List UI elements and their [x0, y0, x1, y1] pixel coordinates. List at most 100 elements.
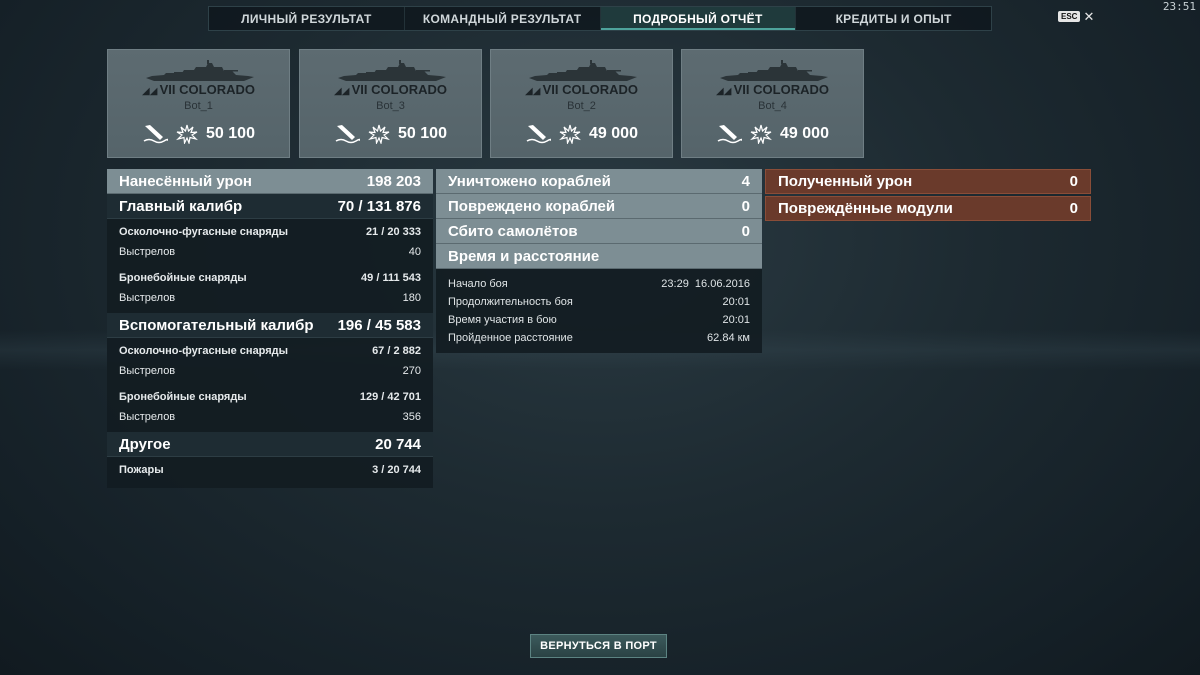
player-name: Bot_3: [376, 100, 405, 112]
secondary-ap-label: Бронебойные снаряды: [119, 391, 247, 403]
main-he-value: 21 / 20 333: [365, 226, 421, 238]
damage-burst-icon: [176, 124, 198, 144]
player-name: Bot_1: [184, 100, 213, 112]
ship-result: 50 100: [108, 124, 289, 144]
damage-dealt-label: Нанесённый урон: [119, 172, 252, 190]
damage-burst-icon: [750, 124, 772, 144]
secondary-ap-row: Бронебойные снаряды 129 / 42 701: [119, 387, 421, 407]
participation-time-label: Время участия в бою: [448, 314, 557, 326]
damage-dealt-to-ship: 50 100: [206, 125, 255, 142]
main-he-shots-value: 40: [408, 246, 421, 258]
combat-stats-panel: Уничтожено кораблей 4 Повреждено корабле…: [436, 169, 762, 353]
sunk-ship-icon: [334, 124, 361, 144]
ship-name-label: VII COLORADO: [351, 82, 447, 97]
main-ap-shots-value: 180: [402, 292, 421, 304]
damage-dealt-panel: Нанесённый урон 198 203 Главный калибр 7…: [107, 169, 433, 488]
ships-destroyed-value: 4: [741, 172, 750, 190]
system-clock: 23:51: [1162, 0, 1196, 13]
ship-card[interactable]: ◢◢ VII COLORADO Bot_3 50 100: [299, 49, 482, 158]
distance-label: Пройденное расстояние: [448, 332, 573, 344]
other-damage-label: Другое: [119, 435, 171, 453]
time-distance-details: Начало боя 23:29 16.06.2016 Продолжитель…: [436, 269, 762, 353]
damage-dealt-value: 198 203: [366, 172, 421, 190]
damage-received-row: Полученный урон 0: [765, 169, 1091, 194]
ship-name-label: VII COLORADO: [159, 82, 255, 97]
damaged-modules-value: 0: [1069, 200, 1078, 217]
damage-dealt-to-ship: 50 100: [398, 125, 447, 142]
main-battery-details: Осколочно-фугасные снаряды 21 / 20 333 В…: [107, 219, 433, 313]
damage-burst-icon: [368, 124, 390, 144]
nation-flag-icon: ◢◢: [716, 86, 732, 97]
return-to-port-button[interactable]: ВЕРНУТЬСЯ В ПОРТ: [530, 634, 667, 658]
battle-start-row: Начало боя 23:29 16.06.2016: [448, 275, 750, 293]
sunk-ship-icon: [716, 124, 743, 144]
esc-key-label: ESC: [1058, 11, 1081, 22]
other-damage-header: Другое 20 744: [107, 432, 433, 457]
secondary-ap-value: 129 / 42 701: [359, 391, 421, 403]
secondary-battery-header: Вспомогательный калибр 196 / 45 583: [107, 313, 433, 338]
damage-dealt-to-ship: 49 000: [780, 125, 829, 142]
ship-silhouette-icon: [336, 60, 448, 84]
ship-result: 49 000: [491, 124, 672, 144]
tab-credits-and-xp[interactable]: КРЕДИТЫ И ОПЫТ: [796, 7, 991, 30]
ship-result: 50 100: [300, 124, 481, 144]
ship-silhouette-icon: [144, 60, 256, 84]
battle-start-value: 23:29 16.06.2016: [661, 278, 750, 290]
damage-received-value: 0: [1069, 173, 1078, 190]
main-he-shots-row: Выстрелов 40: [119, 242, 421, 262]
damage-received-panel: Полученный урон 0 Повреждённые модули 0: [765, 169, 1091, 223]
player-name: Bot_4: [758, 100, 787, 112]
tab-detailed-report[interactable]: ПОДРОБНЫЙ ОТЧЁТ: [600, 7, 797, 30]
player-name: Bot_2: [567, 100, 596, 112]
main-ap-shots-row: Выстрелов 180: [119, 288, 421, 308]
result-tabs: ЛИЧНЫЙ РЕЗУЛЬТАТ КОМАНДНЫЙ РЕЗУЛЬТАТ ПОД…: [208, 6, 992, 31]
battle-duration-label: Продолжительность боя: [448, 296, 573, 308]
ship-name-label: VII COLORADO: [542, 82, 638, 97]
battle-start-label: Начало боя: [448, 278, 508, 290]
ship-name-label: VII COLORADO: [733, 82, 829, 97]
secondary-battery-value: 196 / 45 583: [337, 316, 421, 334]
ship-name: ◢◢ VII COLORADO: [108, 82, 289, 97]
ship-name: ◢◢ VII COLORADO: [682, 82, 863, 97]
damage-received-label: Полученный урон: [778, 173, 913, 190]
ship-card[interactable]: ◢◢ VII COLORADO Bot_2 49 000: [490, 49, 673, 158]
secondary-he-shots-row: Выстрелов 270: [119, 361, 421, 381]
battle-duration-value: 20:01: [722, 296, 750, 308]
time-distance-label: Время и расстояние: [448, 247, 600, 265]
participation-time-value: 20:01: [722, 314, 750, 326]
ships-damaged-row: Повреждено кораблей 0: [436, 194, 762, 219]
participation-time-row: Время участия в бою 20:01: [448, 311, 750, 329]
ship-card[interactable]: ◢◢ VII COLORADO Bot_1 50 100: [107, 49, 290, 158]
battle-duration-row: Продолжительность боя 20:01: [448, 293, 750, 311]
damage-dealt-header: Нанесённый урон 198 203: [107, 169, 433, 194]
ship-card[interactable]: ◢◢ VII COLORADO Bot_4 49 000: [681, 49, 864, 158]
close-icon: ✕: [1083, 8, 1095, 24]
ship-name: ◢◢ VII COLORADO: [491, 82, 672, 97]
main-he-label: Осколочно-фугасные снаряды: [119, 226, 289, 238]
main-battery-header: Главный калибр 70 / 131 876: [107, 194, 433, 219]
fires-row: Пожары 3 / 20 744: [119, 460, 421, 480]
secondary-he-shots-label: Выстрелов: [119, 365, 176, 377]
nation-flag-icon: ◢◢: [142, 86, 158, 97]
fires-value: 3 / 20 744: [372, 464, 421, 476]
main-ap-row: Бронебойные снаряды 49 / 111 543: [119, 268, 421, 288]
sunk-ship-icon: [525, 124, 552, 144]
close-button[interactable]: ESC ✕: [1058, 8, 1095, 24]
nation-flag-icon: ◢◢: [525, 86, 541, 97]
damage-burst-icon: [559, 124, 581, 144]
main-battery-label: Главный калибр: [119, 197, 243, 215]
tab-personal-result[interactable]: ЛИЧНЫЙ РЕЗУЛЬТАТ: [209, 7, 405, 30]
ships-damaged-value: 0: [741, 197, 750, 215]
tab-team-result[interactable]: КОМАНДНЫЙ РЕЗУЛЬТАТ: [405, 7, 601, 30]
secondary-ap-shots-row: Выстрелов 356: [119, 407, 421, 427]
damage-dealt-to-ship: 49 000: [589, 125, 638, 142]
other-damage-details: Пожары 3 / 20 744: [107, 457, 433, 488]
planes-shot-down-row: Сбито самолётов 0: [436, 219, 762, 244]
planes-shot-down-label: Сбито самолётов: [448, 222, 578, 240]
ship-result: 49 000: [682, 124, 863, 144]
distance-value: 62.84 км: [707, 332, 750, 344]
distance-row: Пройденное расстояние 62.84 км: [448, 329, 750, 347]
secondary-battery-label: Вспомогательный калибр: [119, 316, 314, 334]
secondary-he-label: Осколочно-фугасные снаряды: [119, 345, 289, 357]
ship-silhouette-icon: [718, 60, 830, 84]
